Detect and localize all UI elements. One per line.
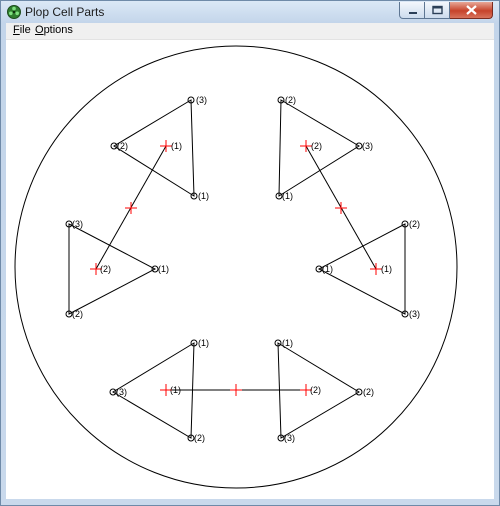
red-cross-marker: [335, 202, 347, 214]
vertex-label: (1): [198, 338, 209, 348]
close-button[interactable]: [450, 2, 493, 19]
triangle-mid-left: [68, 223, 157, 315]
app-window: Plop Cell Parts File Options (3) (2) (1)…: [0, 0, 500, 506]
vertex-label: (1): [322, 264, 333, 274]
vertex-label: (3): [196, 95, 207, 105]
vertex-label: (2): [311, 141, 322, 151]
drawing-area[interactable]: (3) (2) (1) (1) (2) (2) (3) (1) (3) (2) …: [6, 40, 494, 499]
close-icon: [466, 5, 477, 15]
vertex-label: (3): [116, 387, 127, 397]
vertex-label: (3): [409, 309, 420, 319]
menu-file[interactable]: File: [13, 24, 31, 36]
vertex-label: (1): [282, 338, 293, 348]
red-cross-marker: [230, 384, 242, 396]
caption-buttons: [399, 2, 493, 20]
vertex-label: (1): [381, 264, 392, 274]
green-cell-icon: [7, 5, 21, 19]
vertex-label: (2): [194, 433, 205, 443]
vertex-label: (1): [282, 191, 293, 201]
vertex-label: (2): [285, 95, 296, 105]
vertex-label: (2): [72, 309, 83, 319]
vertex-label: (3): [362, 141, 373, 151]
menu-file-accel: F: [13, 24, 20, 36]
vertex-label: (2): [100, 264, 111, 274]
vertex-label: (1): [158, 264, 169, 274]
vertex-label: (3): [72, 219, 83, 229]
menu-options-accel: O: [35, 24, 44, 36]
vertex-label: (2): [409, 219, 420, 229]
vertex-label: (2): [310, 385, 321, 395]
window-title: Plop Cell Parts: [25, 5, 105, 19]
maximize-button[interactable]: [425, 2, 450, 19]
vertex-label: (1): [198, 191, 209, 201]
maximize-icon: [432, 5, 443, 15]
vertex-label: (2): [363, 387, 374, 397]
vertex-label: (1): [171, 141, 182, 151]
vertex-label: (2): [117, 141, 128, 151]
title-bar[interactable]: Plop Cell Parts: [1, 1, 499, 23]
minimize-icon: [409, 12, 417, 14]
vertex-label: (1): [170, 385, 181, 395]
red-cross-marker: [125, 202, 137, 214]
cell-drawing: (3) (2) (1) (1) (2) (2) (3) (1) (3) (2) …: [14, 45, 458, 489]
vertex-label: (3): [284, 433, 295, 443]
minimize-button[interactable]: [399, 2, 425, 19]
menu-bar: File Options: [6, 23, 494, 40]
menu-options[interactable]: Options: [35, 24, 73, 36]
